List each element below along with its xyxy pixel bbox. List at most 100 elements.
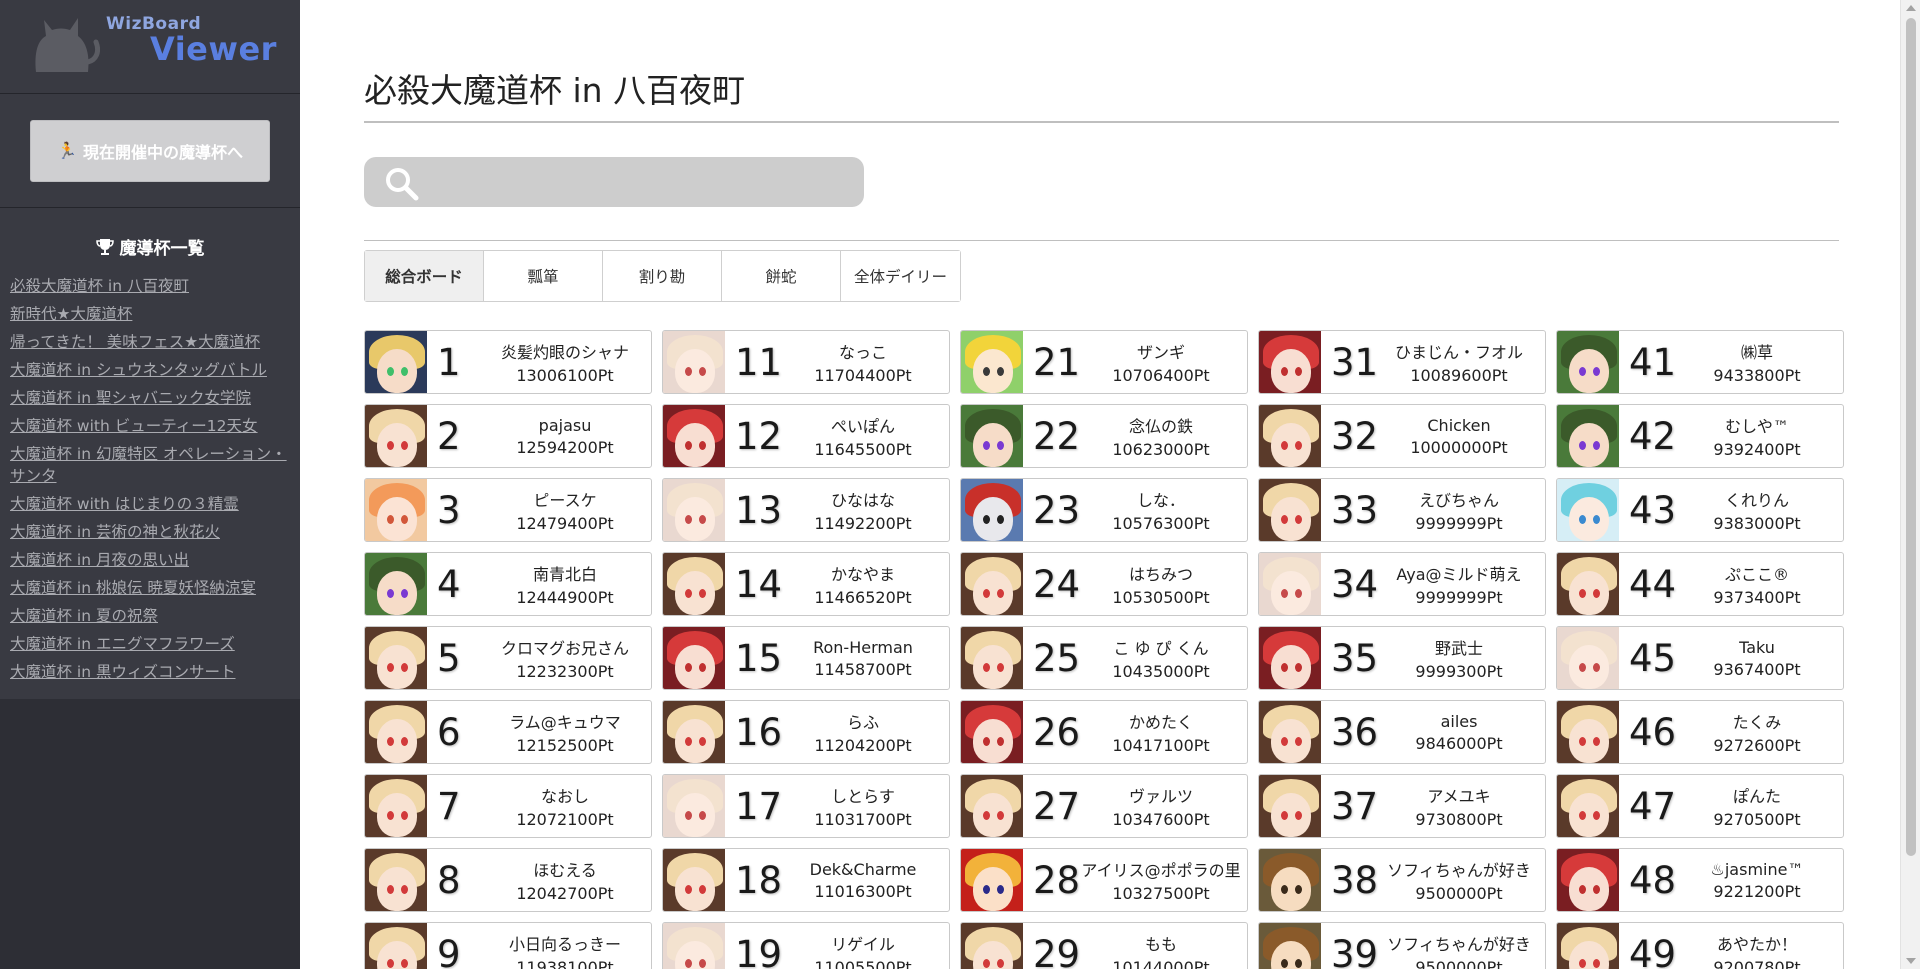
ranking-card[interactable]: 37 アメユキ 9730800Pt [1258,774,1546,838]
cup-link[interactable]: 大魔道杯 with ビューティー12天女 [10,417,258,435]
logo[interactable]: WizBoard Viewer [0,0,300,94]
ranking-card[interactable]: 26 かめたく 10417100Pt [960,700,1248,764]
ranking-card[interactable]: 36 ailes 9846000Pt [1258,700,1546,764]
ranking-card[interactable]: 21 ザンギ 10706400Pt [960,330,1248,394]
player-avatar [663,331,725,393]
cup-list-item: 大魔道杯 with ビューティー12天女 [10,415,290,437]
tab-4[interactable]: 全体デイリー [841,251,960,301]
player-name: ♨jasmine™ [1710,859,1804,879]
player-avatar [365,553,427,615]
ranking-card[interactable]: 17 しとらす 11031700Pt [662,774,950,838]
cup-link[interactable]: 大魔道杯 in 芸術の神と秋花火 [10,523,220,541]
ranking-card[interactable]: 29 もも 10144000Pt [960,922,1248,969]
player-score: 11466520Pt [814,588,912,607]
ranking-card[interactable]: 5 クロマグお兄さん 12232300Pt [364,626,652,690]
tab-3[interactable]: 餅蛇 [722,251,841,301]
cup-link[interactable]: 大魔道杯 in 聖シャバニック女学院 [10,389,251,407]
ranking-card[interactable]: 16 らふ 11204200Pt [662,700,950,764]
tab-0[interactable]: 総合ボード [365,251,484,301]
scrollbar-thumb[interactable] [1906,18,1916,856]
ranking-card[interactable]: 24 はちみつ 10530500Pt [960,552,1248,616]
ranking-card[interactable]: 27 ヴァルツ 10347600Pt [960,774,1248,838]
ranking-card[interactable]: 9 小日向るっきー 11938100Pt [364,922,652,969]
player-name: ラム@キュウマ [509,713,621,732]
cup-link[interactable]: 大魔道杯 in 黒ウィズコンサート [10,663,236,681]
ranking-card[interactable]: 19 リゲイル 11005500Pt [662,922,950,969]
ranking-card[interactable]: 43 くれりん 9383000Pt [1556,478,1844,542]
cup-link[interactable]: 帰ってきた！ 美味フェス★大魔道杯 [10,333,260,351]
ranking-card[interactable]: 32 Chicken 10000000Pt [1258,404,1546,468]
player-score: 9383000Pt [1713,514,1801,533]
ranking-card[interactable]: 23 しな． 10576300Pt [960,478,1248,542]
player-avatar [663,701,725,763]
cup-link[interactable]: 大魔道杯 in エニグマフラワーズ [10,635,235,653]
player-info: ヴァルツ 10347600Pt [1081,783,1247,829]
cup-link[interactable]: 必殺大魔道杯 in 八百夜町 [10,277,189,295]
ranking-card[interactable]: 41 ㈱草 9433800Pt [1556,330,1844,394]
player-rank: 43 [1629,488,1677,532]
search-input[interactable] [364,157,864,207]
cup-link[interactable]: 新時代★大魔道杯 [10,305,132,323]
ranking-card[interactable]: 2 pajasu 12594200Pt [364,404,652,468]
ranking-card[interactable]: 35 野武士 9999300Pt [1258,626,1546,690]
player-avatar [961,775,1023,837]
player-name: Taku [1739,637,1775,657]
cup-link[interactable]: 大魔道杯 in 夏の祝祭 [10,607,158,625]
player-name: ぷここ® [1724,565,1789,584]
ranking-card[interactable]: 13 ひなはな 11492200Pt [662,478,950,542]
ranking-card[interactable]: 49 あやたか！ 9200780Pt [1556,922,1844,969]
player-score: 10327500Pt [1112,884,1210,903]
ranking-card[interactable]: 7 なおし 12072100Pt [364,774,652,838]
cup-link[interactable]: 大魔道杯 with はじまりの３精霊 [10,495,239,513]
ranking-card[interactable]: 46 たくみ 9272600Pt [1556,700,1844,764]
player-score: 12444900Pt [516,588,614,607]
player-score: 9272600Pt [1713,736,1801,755]
ranking-card[interactable]: 4 南青北白 12444900Pt [364,552,652,616]
ranking-card[interactable]: 25 こ ゆ ぴ くん 10435000Pt [960,626,1248,690]
ranking-card[interactable]: 33 えびちゃん 9999999Pt [1258,478,1546,542]
ranking-card[interactable]: 18 Dek&Charme 11016300Pt [662,848,950,912]
ranking-card[interactable]: 42 むしや™ 9392400Pt [1556,404,1844,468]
player-rank: 29 [1033,932,1081,969]
ranking-card[interactable]: 34 Aya@ミルド萌え 9999999Pt [1258,552,1546,616]
player-avatar [663,627,725,689]
ranking-card[interactable]: 12 ぺいぽん 11645500Pt [662,404,950,468]
ranking-card[interactable]: 1 炎髪灼眼のシャナ 13006100Pt [364,330,652,394]
tab-1[interactable]: 瓢箪 [484,251,603,301]
cup-link[interactable]: 大魔道杯 in シュウネンタッグバトル [10,361,267,379]
current-cup-button[interactable]: 🏃 現在開催中の魔導杯へ [30,119,270,182]
ranking-card[interactable]: 6 ラム@キュウマ 12152500Pt [364,700,652,764]
player-name: ほむえる [533,861,597,880]
ranking-card[interactable]: 28 アイリス@ポポラの里 10327500Pt [960,848,1248,912]
ranking-card[interactable]: 48 ♨jasmine™ 9221200Pt [1556,848,1844,912]
cup-list-item: 必殺大魔道杯 in 八百夜町 [10,275,290,297]
ranking-card[interactable]: 8 ほむえる 12042700Pt [364,848,652,912]
player-rank: 17 [735,784,783,828]
cup-link[interactable]: 大魔道杯 in 幻魔特区 オペレーション・サンタ [10,445,287,485]
ranking-card[interactable]: 44 ぷここ® 9373400Pt [1556,552,1844,616]
ranking-card[interactable]: 47 ぽんた 9270500Pt [1556,774,1844,838]
scroll-up-arrow-icon[interactable] [1906,5,1916,11]
ranking-card[interactable]: 38 ソフィちゃんが好き 9500000Pt [1258,848,1546,912]
player-score: 11704400Pt [814,366,912,385]
player-name: クロマグお兄さん [500,639,629,658]
ranking-card[interactable]: 11 なっこ 11704400Pt [662,330,950,394]
ranking-card[interactable]: 15 Ron-Herman 11458700Pt [662,626,950,690]
ranking-card[interactable]: 39 ソフィちゃんが好き 9500000Pt [1258,922,1546,969]
player-info: しとらす 11031700Pt [783,783,949,829]
ranking-card[interactable]: 22 念仏の鉄 10623000Pt [960,404,1248,468]
tab-2[interactable]: 割り勘 [603,251,722,301]
player-name: えびちゃん [1418,491,1499,510]
player-info: Dek&Charme 11016300Pt [783,860,949,901]
ranking-card[interactable]: 45 Taku 9367400Pt [1556,626,1844,690]
player-info: Taku 9367400Pt [1677,638,1843,679]
cup-link[interactable]: 大魔道杯 in 月夜の思い出 [10,551,189,569]
cup-link[interactable]: 大魔道杯 in 桃娘伝 暁夏妖怪納涼宴 [10,579,256,597]
player-info: らふ 11204200Pt [783,709,949,755]
scroll-down-arrow-icon[interactable] [1906,958,1916,964]
ranking-card[interactable]: 31 ひまじん・フオル 10089600Pt [1258,330,1546,394]
player-score: 10089600Pt [1410,366,1508,385]
ranking-card[interactable]: 14 かなやま 11466520Pt [662,552,950,616]
vertical-scrollbar[interactable] [1900,0,1920,969]
ranking-card[interactable]: 3 ピースケ 12479400Pt [364,478,652,542]
